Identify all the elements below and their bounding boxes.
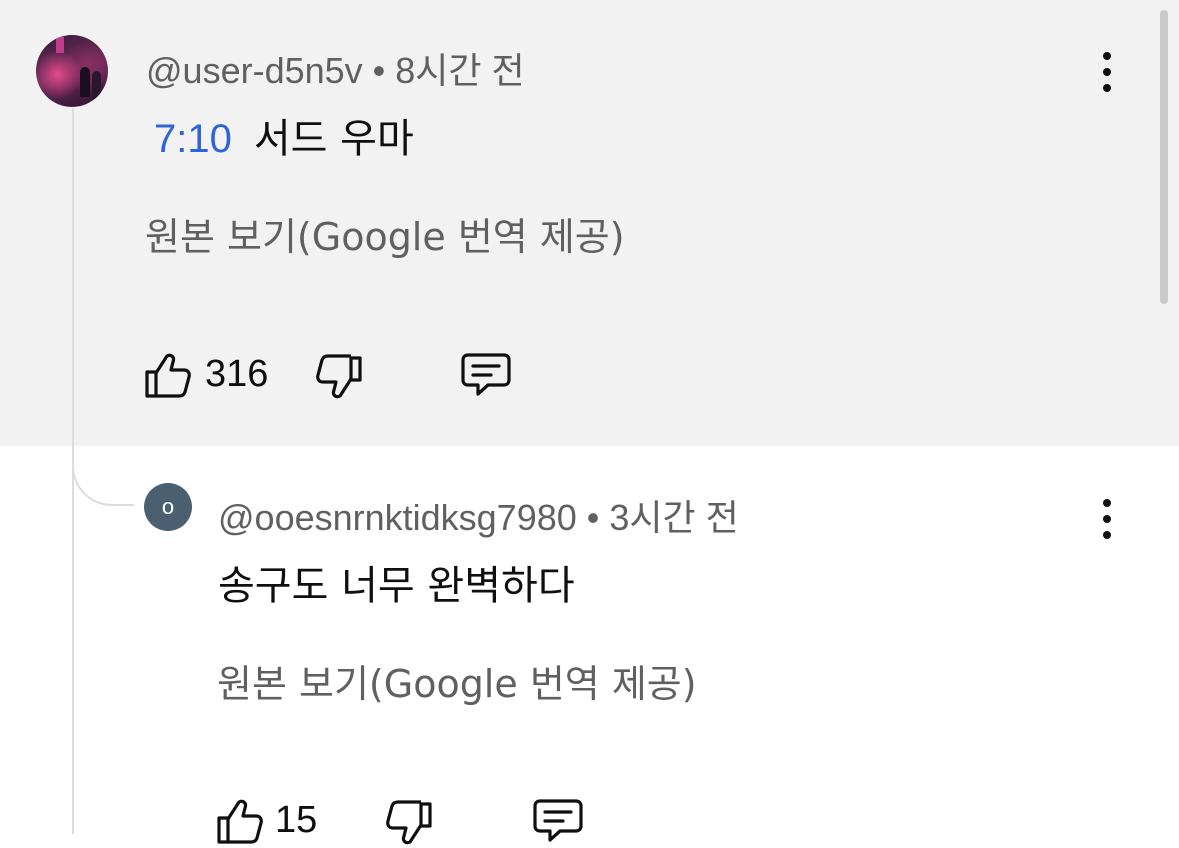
avatar-photo-detail <box>92 71 101 99</box>
reply-text: 송구도 너무 완벽하다 <box>218 563 575 609</box>
avatar-photo-detail <box>56 37 64 53</box>
reply-username[interactable]: @ooesnrnktidksg7980 <box>218 497 577 538</box>
comment-time: 8시간 전 <box>395 50 525 91</box>
video-timestamp-link[interactable]: 7:10 <box>154 117 232 161</box>
reply-thread-connector <box>72 448 134 506</box>
more-vert-icon[interactable] <box>1097 499 1117 539</box>
like-count: 15 <box>275 799 318 841</box>
reply-icon[interactable] <box>532 798 584 846</box>
comment-username[interactable]: @user-d5n5v <box>146 50 363 91</box>
more-vert-icon[interactable] <box>1097 52 1117 92</box>
dislike-icon[interactable] <box>384 798 434 848</box>
scrollbar[interactable] <box>1160 10 1168 304</box>
meta-separator: • <box>586 497 600 538</box>
reply-icon[interactable] <box>460 352 512 400</box>
meta-separator: • <box>372 50 386 91</box>
commenter-avatar[interactable] <box>36 35 108 107</box>
reply-time: 3시간 전 <box>609 497 739 538</box>
view-original-link[interactable]: 원본 보기(Google 번역 제공) <box>145 206 625 261</box>
reply-avatar[interactable]: o <box>144 483 192 531</box>
avatar-photo-detail <box>80 67 90 97</box>
like-icon[interactable] <box>215 796 265 846</box>
comment-text: 서드 우마 <box>253 116 414 162</box>
like-count: 316 <box>205 353 269 395</box>
like-icon[interactable] <box>143 350 193 400</box>
comment-meta: @user-d5n5v • 8시간 전 <box>146 42 525 94</box>
view-original-link[interactable]: 원본 보기(Google 번역 제공) <box>217 653 697 708</box>
reply-meta: @ooesnrnktidksg7980 • 3시간 전 <box>218 489 739 541</box>
dislike-icon[interactable] <box>314 352 364 402</box>
comment-body: 7:10 서드 우마 <box>154 106 414 164</box>
